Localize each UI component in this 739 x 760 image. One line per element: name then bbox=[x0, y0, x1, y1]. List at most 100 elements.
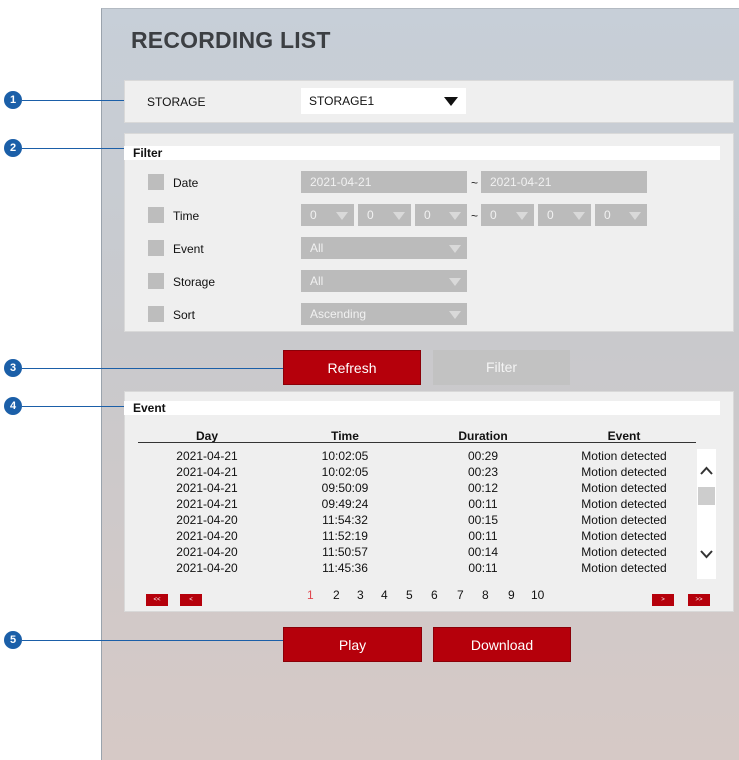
callout-2: 2 bbox=[4, 139, 22, 157]
filter-button[interactable]: Filter bbox=[433, 350, 570, 385]
header-divider bbox=[138, 442, 696, 443]
first-page-button[interactable]: << bbox=[146, 594, 168, 606]
cell-duration: 00:14 bbox=[467, 545, 499, 559]
cell-day: 2021-04-20 bbox=[176, 529, 238, 543]
callout-3-line bbox=[22, 366, 311, 371]
dropdown-arrow-icon bbox=[444, 97, 458, 106]
last-page-button[interactable]: >> bbox=[688, 594, 710, 606]
cell-time: 11:52:19 bbox=[322, 529, 368, 543]
cell-duration: 00:15 bbox=[467, 513, 499, 527]
filter-title: Filter bbox=[124, 146, 720, 160]
storage-filter-select[interactable]: All bbox=[301, 270, 467, 292]
table-row[interactable]: 2021-04-21 10:02:05 00:29 Motion detecte… bbox=[138, 449, 696, 465]
download-button[interactable]: Download bbox=[433, 627, 571, 662]
cell-duration: 00:11 bbox=[468, 529, 498, 543]
storage-select[interactable]: STORAGE1 bbox=[301, 88, 466, 114]
storage-select-value: STORAGE1 bbox=[309, 94, 375, 108]
cell-event: Motion detected bbox=[581, 561, 667, 575]
sort-checkbox[interactable] bbox=[148, 306, 164, 322]
column-header-event: Event bbox=[607, 429, 641, 443]
table-row[interactable]: 2021-04-21 09:50:09 00:12 Motion detecte… bbox=[138, 481, 696, 497]
event-list[interactable]: 2021-04-21 10:02:05 00:29 Motion detecte… bbox=[138, 446, 696, 578]
cell-duration: 00:11 bbox=[468, 561, 498, 575]
time-checkbox[interactable] bbox=[148, 207, 164, 223]
page-9-link[interactable]: 9 bbox=[508, 588, 515, 602]
cell-time: 10:02:05 bbox=[321, 465, 369, 479]
cell-event: Motion detected bbox=[581, 513, 667, 527]
page-6-link[interactable]: 6 bbox=[431, 588, 438, 602]
cell-day: 2021-04-20 bbox=[176, 545, 238, 559]
prev-page-button[interactable]: < bbox=[180, 594, 202, 606]
cell-duration: 00:11 bbox=[468, 497, 498, 511]
cell-time: 09:50:09 bbox=[321, 481, 369, 495]
cell-duration: 00:23 bbox=[467, 465, 499, 479]
date-to-input[interactable]: 2021-04-21 bbox=[481, 171, 647, 193]
time-range-separator: ~ bbox=[471, 209, 479, 223]
scrollbar-thumb[interactable] bbox=[698, 487, 715, 505]
page-5-link[interactable]: 5 bbox=[406, 588, 413, 602]
cell-duration: 00:12 bbox=[467, 481, 499, 495]
play-button[interactable]: Play bbox=[283, 627, 422, 662]
cell-time: 11:54:32 bbox=[322, 513, 368, 527]
event-type-select[interactable]: All bbox=[301, 237, 467, 259]
callout-4: 4 bbox=[4, 397, 22, 415]
table-row[interactable]: 2021-04-20 11:52:19 00:11 Motion detecte… bbox=[138, 529, 696, 545]
event-title: Event bbox=[124, 401, 720, 415]
page-3-link[interactable]: 3 bbox=[357, 588, 364, 602]
page-4-link[interactable]: 4 bbox=[381, 588, 388, 602]
date-from-input[interactable]: 2021-04-21 bbox=[301, 171, 467, 193]
table-row[interactable]: 2021-04-20 11:54:32 00:15 Motion detecte… bbox=[138, 513, 696, 529]
callout-2-line bbox=[22, 146, 137, 151]
callout-5: 5 bbox=[4, 631, 22, 649]
page-7-link[interactable]: 7 bbox=[457, 588, 464, 602]
page-title: RECORDING LIST bbox=[131, 27, 331, 53]
page-8-link[interactable]: 8 bbox=[482, 588, 489, 602]
cell-event: Motion detected bbox=[581, 545, 667, 559]
time-to-minute-select[interactable]: 0 bbox=[538, 204, 591, 226]
callout-1-line bbox=[22, 98, 137, 103]
callout-5-line bbox=[22, 638, 311, 643]
storage-label: STORAGE bbox=[147, 95, 206, 109]
date-range-separator: ~ bbox=[471, 176, 479, 190]
column-header-duration: Duration bbox=[458, 429, 508, 443]
table-row[interactable]: 2021-04-20 11:45:36 00:11 Motion detecte… bbox=[138, 561, 696, 577]
cell-time: 11:45:36 bbox=[322, 561, 368, 575]
cell-day: 2021-04-21 bbox=[176, 481, 238, 495]
refresh-button[interactable]: Refresh bbox=[283, 350, 421, 385]
time-to-hour-select[interactable]: 0 bbox=[481, 204, 534, 226]
date-label: Date bbox=[173, 176, 199, 190]
column-header-day: Day bbox=[195, 429, 218, 443]
cell-day: 2021-04-20 bbox=[176, 513, 238, 527]
storage-filter-label: Storage bbox=[173, 275, 216, 289]
sort-label: Sort bbox=[173, 308, 196, 322]
next-page-button[interactable]: > bbox=[652, 594, 674, 606]
cell-day: 2021-04-21 bbox=[176, 449, 238, 463]
time-label: Time bbox=[173, 209, 200, 223]
cell-event: Motion detected bbox=[581, 465, 667, 479]
page-10-link[interactable]: 10 bbox=[531, 588, 544, 602]
time-from-hour-select[interactable]: 0 bbox=[301, 204, 354, 226]
time-from-second-select[interactable]: 0 bbox=[415, 204, 467, 226]
scroll-down-icon[interactable] bbox=[697, 545, 716, 563]
cell-time: 09:49:24 bbox=[321, 497, 369, 511]
time-to-second-select[interactable]: 0 bbox=[595, 204, 647, 226]
scroll-up-icon[interactable] bbox=[697, 462, 716, 480]
event-checkbox[interactable] bbox=[148, 240, 164, 256]
cell-event: Motion detected bbox=[581, 497, 667, 511]
page-1-link[interactable]: 1 bbox=[307, 588, 314, 602]
date-checkbox[interactable] bbox=[148, 174, 164, 190]
sort-order-select[interactable]: Ascending bbox=[301, 303, 467, 325]
storage-filter-checkbox[interactable] bbox=[148, 273, 164, 289]
table-row[interactable]: 2021-04-21 09:49:24 00:11 Motion detecte… bbox=[138, 497, 696, 513]
event-label: Event bbox=[173, 242, 204, 256]
cell-day: 2021-04-20 bbox=[176, 561, 238, 575]
time-from-minute-select[interactable]: 0 bbox=[358, 204, 411, 226]
cell-event: Motion detected bbox=[581, 481, 667, 495]
page-2-link[interactable]: 2 bbox=[333, 588, 340, 602]
table-row[interactable]: 2021-04-21 10:02:05 00:23 Motion detecte… bbox=[138, 465, 696, 481]
cell-duration: 00:29 bbox=[467, 449, 499, 463]
callout-4-line bbox=[22, 404, 137, 409]
table-row[interactable]: 2021-04-20 11:50:57 00:14 Motion detecte… bbox=[138, 545, 696, 561]
cell-day: 2021-04-21 bbox=[176, 465, 238, 479]
cell-time: 11:50:57 bbox=[322, 545, 368, 559]
